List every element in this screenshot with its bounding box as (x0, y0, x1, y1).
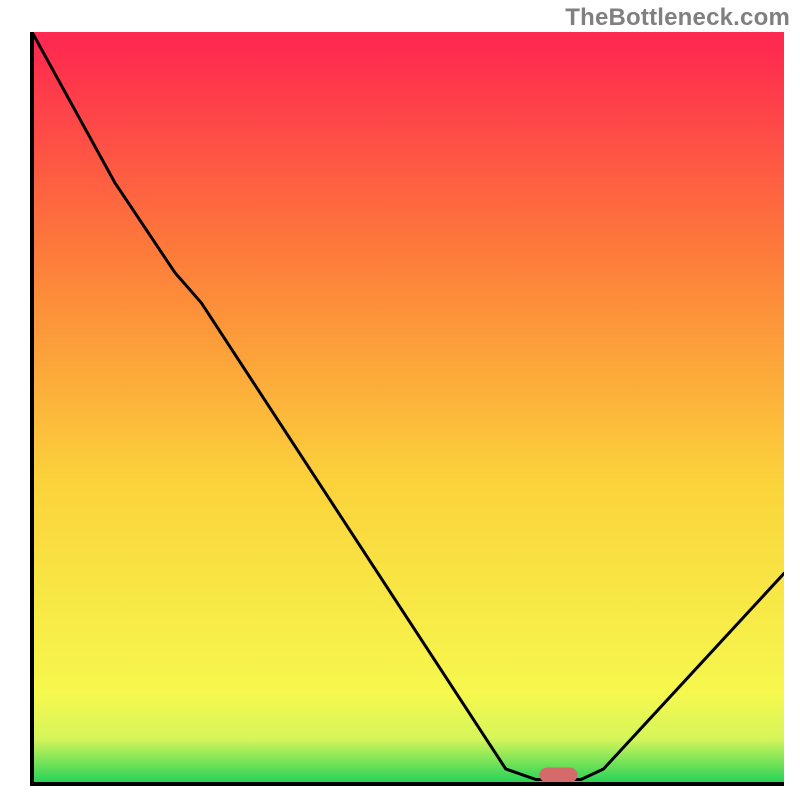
plot-background (32, 32, 784, 784)
chart-stage: TheBottleneck.com (0, 0, 800, 800)
optimal-marker (539, 767, 577, 782)
watermark-text: TheBottleneck.com (565, 4, 790, 32)
chart-svg (0, 0, 800, 800)
